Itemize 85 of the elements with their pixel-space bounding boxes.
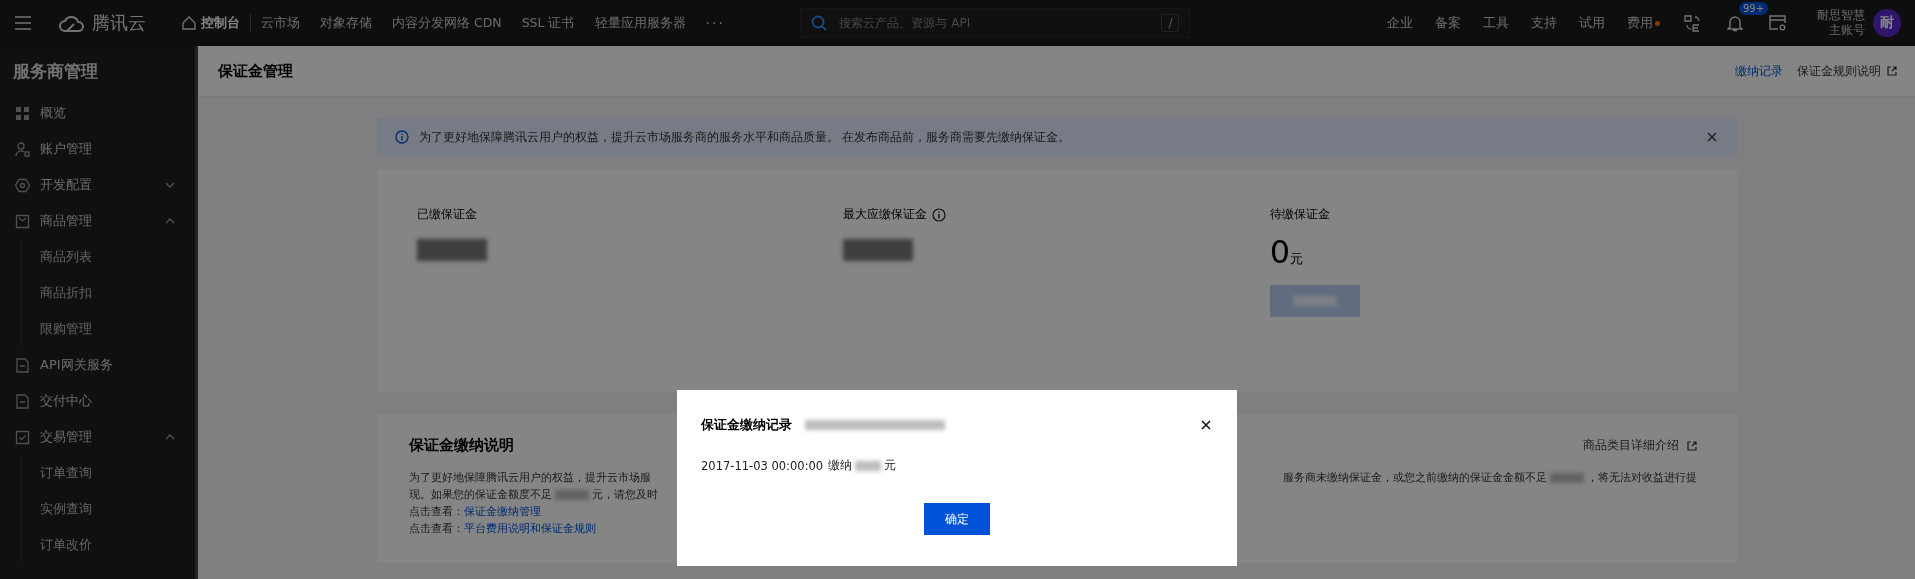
top-link[interactable]: 试用 [1579,14,1605,32]
account-name[interactable]: 耐思智慧 [1817,8,1865,23]
sidebar-item[interactable]: 交付中心 [0,383,195,419]
redacted-text [1292,296,1337,306]
top-link[interactable]: 企业 [1387,14,1413,32]
nav-link[interactable]: 对象存储 [320,14,372,32]
account-role: 主账号 [1829,23,1865,38]
avatar[interactable]: 耐 [1873,9,1901,37]
grid-icon [15,105,30,121]
record-time: 2017-11-03 00:00:00 [701,458,824,473]
record-action: 缴纳 [828,458,853,473]
sidebar-title: 服务商管理 [12,60,99,83]
redacted-text [554,489,589,500]
sidebar-item[interactable]: 交易管理 [0,419,195,455]
top-link[interactable]: 支持 [1531,14,1557,32]
redacted-text [416,239,487,261]
redacted-text [843,239,914,261]
nav-link[interactable]: 轻量应用服务器 [594,14,686,32]
language-icon [1683,14,1701,32]
notification-count: 99+ [1739,2,1769,15]
sidebar-subitem[interactable]: 订单改价 [22,527,195,563]
stat-label: 最大应缴保证金 [843,206,928,223]
category-link[interactable]: 商品类目详细介绍 [1582,437,1697,454]
close-icon [1706,132,1717,142]
document-icon [15,393,30,409]
menu-icon [14,16,32,30]
top-link[interactable]: 备案 [1435,14,1461,32]
header-link[interactable]: 保证金规则说明 [1797,62,1897,80]
bell-icon [1727,14,1743,32]
sidebar-item[interactable]: 商品管理 [0,203,195,239]
cloud-logo-icon [58,13,86,33]
redacted-text [855,460,882,471]
description-text: 现。如果您的保证金额度不足 [408,487,552,503]
record-unit: 元 [884,458,897,473]
home-icon [182,16,196,30]
window-gear-icon [1769,15,1787,31]
section-title: 保证金缴纳说明 [408,436,514,455]
checkbox-icon [15,429,30,445]
shortcut-key: / [1161,14,1180,32]
reference-link[interactable]: 平台费用说明和保证金规则 [463,520,596,537]
sidebar-subitem[interactable]: 实例查询 [22,491,195,527]
top-link[interactable]: 工具 [1483,14,1509,32]
header-link[interactable]: 缴纳记录 [1735,62,1783,80]
sidebar-subitem[interactable]: 限购管理 [22,311,195,347]
stat-label: 待缴保证金 [1269,206,1330,223]
nav-link[interactable]: 云市场 [261,14,300,32]
hexagon-icon [15,177,30,193]
amount-unit: 元 [1290,251,1304,268]
sidebar-item[interactable]: 概览 [0,95,195,131]
stat-label: 已缴保证金 [416,206,477,223]
info-icon [394,130,409,144]
alert-message: 为了更好地保障腾讯云用户的权益，提升云市场服务商的服务水平和商品质量。 在发布商品前，服务商需要先缴纳保证金。 [418,129,1072,145]
description-text: 元，请您及时 [591,487,658,503]
sidebar-subitem[interactable]: 商品列表 [22,239,195,275]
description-text: ，将无法对收益进行提 [1586,470,1697,486]
description-text: 服务商未缴纳保证金，或您之前缴纳的保证金金额不足 [1282,470,1547,486]
description-text: 为了更好地保障腾讯云用户的权益，提升云市场服 [408,470,651,486]
reference-label: 点击查看： [408,504,464,520]
sidebar-item[interactable]: 账户管理 [0,131,195,167]
top-link[interactable]: 费用 [1627,14,1660,32]
document-icon [15,357,30,373]
search-icon [811,15,828,31]
user-icon [15,141,30,157]
envelope-box-icon [15,213,30,229]
confirm-button[interactable]: 确定 [924,503,990,535]
nav-link[interactable]: SSL 证书 [521,14,575,32]
nav-link[interactable]: 内容分发网络 CDN [392,14,502,32]
amount-value: 0 [1269,233,1291,271]
close-icon [1201,420,1211,430]
sidebar-item[interactable]: 开发配置 [0,167,195,203]
sidebar-subitem[interactable]: 订单查询 [22,455,195,491]
more-button[interactable]: ··· [705,15,725,31]
page-title: 保证金管理 [218,61,293,81]
external-link-icon [1887,66,1897,76]
dialog-title: 保证金缴纳记录 [701,416,792,434]
reference-label: 点击查看： [408,521,464,537]
sidebar-subitem[interactable]: 商品折扣 [22,275,195,311]
reference-link[interactable]: 保证金缴纳管理 [463,503,541,520]
redacted-text [1549,472,1584,483]
sidebar-item[interactable]: API网关服务 [0,347,195,383]
external-link-icon [1686,440,1697,451]
nav-link[interactable]: 控制台 [182,14,240,32]
close-button[interactable] [1199,418,1213,432]
brand-name: 腾讯云 [92,11,146,35]
notification-dot [1655,20,1660,26]
